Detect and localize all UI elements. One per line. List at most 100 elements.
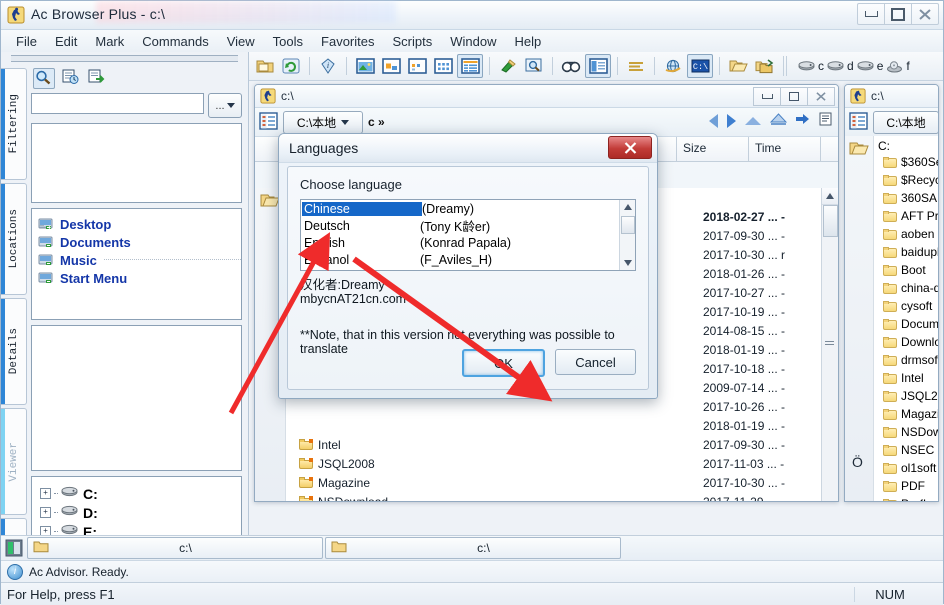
export-filter-icon[interactable] — [87, 68, 107, 87]
advisor-bar[interactable]: i Ac Advisor. Ready. — [1, 560, 943, 582]
open-folder-icon[interactable] — [726, 55, 750, 77]
tree-item[interactable]: NSDow — [873, 423, 938, 441]
column-header-size[interactable]: Size — [677, 137, 749, 161]
dialog-title-bar[interactable]: Languages — [279, 134, 657, 163]
tree-item[interactable]: $360Se — [873, 153, 938, 171]
cmd-icon[interactable]: C:\ — [687, 54, 713, 78]
dialog-close-button[interactable] — [608, 136, 652, 159]
new-folder-icon[interactable] — [253, 55, 277, 77]
menu-mark[interactable]: Mark — [86, 32, 133, 51]
path-dropdown-button-right[interactable]: C:\本地 — [873, 110, 938, 134]
child-right-title-bar[interactable]: c:\ — [845, 85, 938, 108]
listbox-scrollbar[interactable] — [619, 200, 635, 270]
scroll-up-arrow-icon[interactable] — [822, 188, 838, 205]
scroll-up-arrow-icon[interactable] — [620, 200, 635, 214]
toolbar-grip[interactable] — [783, 56, 789, 76]
forward-arrow-icon[interactable] — [727, 113, 736, 128]
tree-items-container[interactable]: $360Se $Recyc 360SAI AFT Pr aoben baidupl Boot… — [873, 153, 938, 501]
menu-scripts[interactable]: Scripts — [384, 32, 442, 51]
drive-button-f[interactable]: f — [886, 59, 910, 73]
drive-tree-item-c[interactable]: + C: — [40, 484, 241, 503]
language-listbox[interactable]: Chinese (Dreamy) Deutsch (Tony K龄er) English… — [300, 199, 636, 271]
language-option[interactable]: Espanol (F_Aviles_H) — [301, 251, 619, 268]
listbox-scrollbar-thumb[interactable] — [621, 216, 635, 234]
tile-view-icon[interactable] — [379, 55, 403, 77]
child-window-right[interactable]: c:\ C:\本地 Ö C: $360S $Recyc 360SAI AFT P… — [844, 84, 939, 502]
close-button[interactable] — [911, 3, 939, 25]
language-option[interactable]: English (Konrad Papala) — [301, 234, 619, 251]
up-arrow-icon[interactable] — [745, 116, 761, 125]
languages-dialog[interactable]: Languages Choose language Chinese (Dreamy… — [278, 133, 658, 399]
tree-item[interactable]: cysoft — [873, 297, 938, 315]
table-row[interactable]: NSDownload 2017-11-29 ... - — [285, 492, 821, 501]
refresh-icon[interactable] — [279, 55, 303, 77]
mdi-tab-strip[interactable]: c:\ c:\ — [1, 535, 943, 560]
filter-results-box[interactable] — [31, 123, 242, 203]
location-item-documents[interactable]: Documents — [38, 233, 241, 251]
minimize-button[interactable] — [857, 3, 885, 25]
menu-edit[interactable]: Edit — [46, 32, 86, 51]
file-list-scrollbar[interactable] — [821, 188, 838, 501]
sidebar-tab-locations[interactable]: Locations — [1, 183, 27, 295]
go-arrow-icon[interactable] — [796, 113, 810, 128]
mdi-tab-0[interactable]: c:\ — [27, 537, 323, 559]
list-icon[interactable] — [819, 112, 832, 129]
menu-view[interactable]: View — [218, 32, 264, 51]
sidebar-tab-filtering[interactable]: Filtering — [1, 68, 27, 180]
drive-tree-item-d[interactable]: + D: — [40, 503, 241, 522]
tree-item[interactable]: aoben — [873, 225, 938, 243]
binoculars-icon[interactable] — [559, 55, 583, 77]
workspace-icon[interactable] — [3, 538, 25, 558]
filter-search-row[interactable]: ... — [31, 93, 242, 118]
zoom-icon[interactable] — [522, 55, 546, 77]
table-row[interactable]: Magazine 2017-10-30 ... - — [285, 473, 821, 492]
window-controls[interactable] — [857, 3, 939, 25]
tree-item[interactable]: PerfLo — [873, 495, 938, 501]
expander-plus-icon[interactable]: + — [40, 488, 51, 499]
mdi-tab-1[interactable]: c:\ — [325, 537, 621, 559]
sidebar-tab-viewer[interactable]: Viewer — [1, 408, 27, 515]
child-left-nav-icons[interactable] — [709, 112, 832, 129]
path-dropdown-button[interactable]: C:\本地 — [283, 110, 363, 134]
table-row[interactable]: Intel 2017-09-30 ... - — [285, 435, 821, 454]
menu-favorites[interactable]: Favorites — [312, 32, 383, 51]
details-view-icon[interactable] — [457, 54, 483, 78]
back-arrow-icon[interactable] — [709, 113, 718, 128]
tree-item[interactable]: ol1soft — [873, 459, 938, 477]
language-option[interactable]: Chinese (Dreamy) — [301, 200, 619, 217]
dialog-buttons[interactable]: OK Cancel — [462, 349, 636, 377]
drive-button-d[interactable]: d — [827, 59, 854, 73]
location-item-music[interactable]: Music — [38, 251, 241, 269]
cancel-button[interactable]: Cancel — [555, 349, 636, 375]
ok-button[interactable]: OK — [462, 349, 545, 377]
menu-tools[interactable]: Tools — [264, 32, 312, 51]
filter-dropdown-button[interactable]: ... — [208, 93, 242, 118]
child-restore-button[interactable] — [780, 87, 808, 106]
child-left-title-bar[interactable]: c:\ — [255, 85, 838, 108]
tree-toggle-icon[interactable] — [259, 111, 278, 133]
search-input[interactable] — [31, 93, 204, 114]
brush-icon[interactable] — [496, 55, 520, 77]
tree-item[interactable]: Boot — [873, 261, 938, 279]
table-row[interactable]: 2017-10-26 ... - — [285, 397, 821, 416]
drive-button-c[interactable]: c — [798, 59, 824, 73]
menu-file[interactable]: File — [7, 32, 46, 51]
icons-view-icon[interactable] — [431, 55, 455, 77]
sidebar-tab-details[interactable]: Details — [1, 298, 27, 405]
tree-item[interactable]: NSEC — [873, 441, 938, 459]
history-filter-icon[interactable] — [61, 68, 81, 87]
menu-help[interactable]: Help — [505, 32, 550, 51]
tree-toggle-icon[interactable] — [849, 111, 868, 133]
maximize-button[interactable] — [884, 3, 912, 25]
language-option[interactable]: Deutsch (Tony K龄er) — [301, 217, 619, 235]
child-close-button[interactable] — [807, 87, 835, 106]
tree-item[interactable]: china-d — [873, 279, 938, 297]
column-header-time[interactable]: Time — [749, 137, 821, 161]
scrollbar-thumb[interactable] — [823, 205, 838, 237]
tree-item[interactable]: AFT Pr — [873, 207, 938, 225]
tree-item[interactable]: baidupl — [873, 243, 938, 261]
menu-bar[interactable]: File Edit Mark Commands View Tools Favor… — [1, 30, 943, 53]
expander-plus-icon[interactable]: + — [40, 507, 51, 518]
menu-window[interactable]: Window — [441, 32, 505, 51]
tree-item[interactable]: drmsof — [873, 351, 938, 369]
